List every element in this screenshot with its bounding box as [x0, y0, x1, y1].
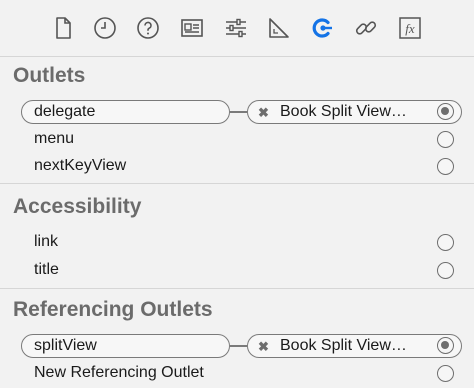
section-title-accessibility: Accessibility [13, 195, 142, 218]
divider [0, 183, 474, 184]
bindings-icon[interactable] [351, 13, 381, 43]
section-title-referencing-outlets: Referencing Outlets [13, 298, 213, 321]
connection-line [230, 345, 247, 347]
inspector-toolbar: fx [0, 0, 474, 56]
fx-label: fx [405, 21, 415, 36]
new-referencing-outlet-connector[interactable] [437, 365, 454, 382]
file-icon[interactable] [48, 13, 78, 43]
clock-icon[interactable] [90, 13, 120, 43]
connections-icon[interactable] [307, 13, 337, 43]
outlet-delegate-target: Book Split View… [280, 103, 407, 120]
new-referencing-outlet-label: New Referencing Outlet [34, 364, 204, 381]
referencing-outlet-label-splitview: splitView [34, 337, 97, 354]
outlet-label-menu: menu [34, 130, 75, 147]
connection-line [230, 111, 247, 113]
accessibility-label-link: link [34, 233, 59, 250]
accessibility-label-title: title [34, 261, 59, 278]
divider [0, 288, 474, 289]
accessibility-link-connector[interactable] [437, 234, 454, 251]
sliders-icon[interactable] [221, 13, 251, 43]
help-icon[interactable] [133, 13, 163, 43]
accessibility-title-connector[interactable] [437, 262, 454, 279]
divider [0, 56, 474, 57]
referencing-outlet-target: Book Split View… [280, 337, 407, 354]
effects-icon[interactable]: fx [395, 13, 425, 43]
outlet-label-delegate: delegate [34, 103, 96, 120]
outlet-menu-connector[interactable] [437, 131, 454, 148]
outlet-nextkeyview-connector[interactable] [437, 158, 454, 175]
outlet-delegate-connector[interactable] [437, 103, 454, 120]
identity-inspector-icon[interactable] [177, 13, 207, 43]
referencing-outlet-splitview-connector[interactable] [437, 337, 454, 354]
ruler-icon[interactable] [264, 13, 294, 43]
section-title-outlets: Outlets [13, 64, 86, 87]
outlet-label-nextkeyview: nextKeyView [34, 157, 127, 174]
disconnect-icon[interactable]: ✖ [258, 106, 269, 119]
disconnect-icon[interactable]: ✖ [258, 340, 269, 353]
